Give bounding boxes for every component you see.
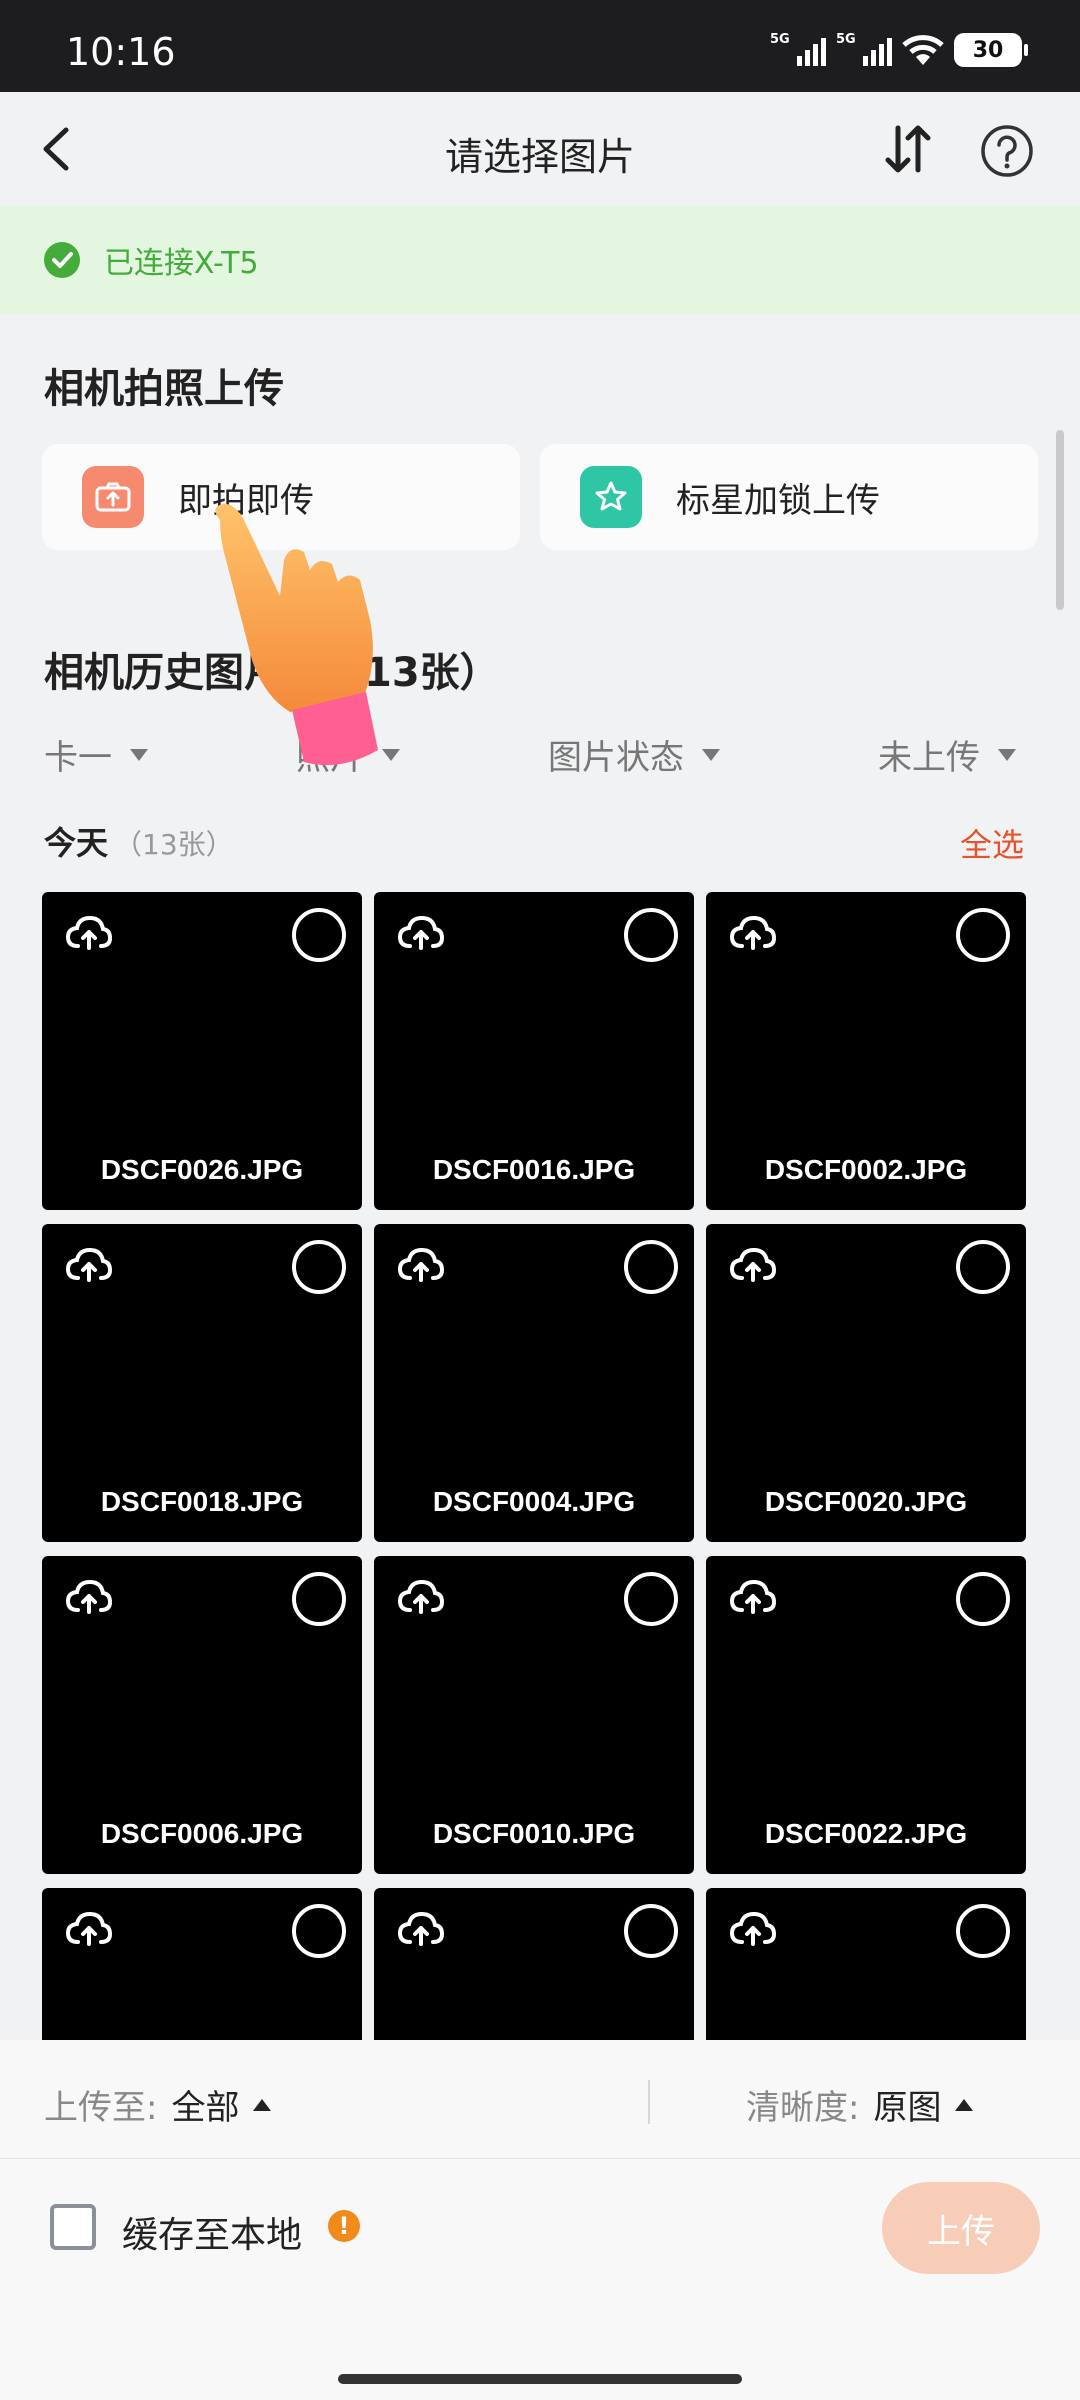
connection-banner: 已连接X-T5 xyxy=(0,206,1080,314)
filter-status[interactable]: 图片状态 xyxy=(548,730,720,779)
filter-upload-state[interactable]: 未上传 xyxy=(878,730,1016,779)
tap-hint-hand-icon xyxy=(215,503,378,766)
photo-filename: DSCF0018.JPG xyxy=(100,1486,304,1517)
photo-filename: DSCF0004.JPG xyxy=(432,1486,636,1517)
select-checkbox[interactable] xyxy=(956,908,1010,962)
photo-tile[interactable] xyxy=(374,1888,694,2042)
photo-filename: DSCF0022.JPG xyxy=(764,1818,968,1849)
photo-tile[interactable]: DSCF0016.JPG xyxy=(374,892,694,1210)
photo-filename: DSCF0002.JPG xyxy=(764,1154,968,1185)
home-indicator xyxy=(338,2374,742,2384)
star-icon xyxy=(580,466,642,528)
photo-filename: DSCF0010.JPG xyxy=(432,1818,636,1849)
filter-card[interactable]: 卡一 xyxy=(44,730,148,779)
top-navigation: 请选择图片 xyxy=(0,92,1080,206)
dropdown-arrow-icon xyxy=(702,748,720,761)
cloud-upload-icon xyxy=(65,915,113,950)
cloud-upload-icon xyxy=(65,1579,113,1614)
signal-icon: 5G xyxy=(770,30,826,70)
select-checkbox[interactable] xyxy=(292,1572,346,1626)
select-checkbox[interactable] xyxy=(956,1904,1010,1958)
cloud-upload-icon xyxy=(729,915,777,950)
scrollbar[interactable] xyxy=(1056,430,1064,610)
photo-filename: DSCF0026.JPG xyxy=(100,1154,304,1185)
cloud-upload-icon xyxy=(397,1247,445,1282)
select-checkbox[interactable] xyxy=(292,908,346,962)
cloud-upload-icon xyxy=(397,1911,445,1946)
star-lock-upload-label: 标星加锁上传 xyxy=(676,480,880,521)
cloud-upload-icon xyxy=(397,915,445,950)
photo-tile[interactable]: DSCF0022.JPG xyxy=(706,1556,1026,1874)
upload-target-selector[interactable]: 上传至: 全部 xyxy=(44,2080,272,2129)
camera-upload-icon xyxy=(82,466,144,528)
select-checkbox[interactable] xyxy=(624,1572,678,1626)
photo-tile[interactable]: DSCF0020.JPG xyxy=(706,1224,1026,1542)
dropdown-arrow-icon xyxy=(130,748,148,761)
help-icon[interactable] xyxy=(980,124,1034,178)
photo-tile[interactable] xyxy=(706,1888,1026,2042)
cloud-upload-icon xyxy=(729,1911,777,1946)
cache-local-label: 缓存至本地 xyxy=(122,2215,303,2256)
photo-tile[interactable] xyxy=(42,1888,362,2042)
status-icons: 5G 5G 30 xyxy=(770,30,1028,70)
dropdown-up-icon xyxy=(253,2098,272,2111)
filter-row: 卡一 照片 图片状态 未上传 xyxy=(0,730,1080,786)
select-checkbox[interactable] xyxy=(956,1572,1010,1626)
connection-text: 已连接X-T5 xyxy=(104,246,259,281)
warning-icon[interactable]: ! xyxy=(328,2210,360,2242)
status-time: 10:16 xyxy=(66,30,176,74)
divider xyxy=(0,2158,1080,2159)
cloud-upload-icon xyxy=(729,1247,777,1282)
photo-grid: DSCF0026.JPG DSCF0016.JPG DSCF0002.JPG DSCF… xyxy=(42,892,1028,2042)
dropdown-up-icon xyxy=(955,2098,974,2111)
select-checkbox[interactable] xyxy=(292,1240,346,1294)
photo-tile[interactable]: DSCF0006.JPG xyxy=(42,1556,362,1874)
dropdown-arrow-icon xyxy=(998,748,1016,761)
date-group-header: 今天 （13张） xyxy=(44,824,234,862)
select-checkbox[interactable] xyxy=(956,1240,1010,1294)
photo-filename: DSCF0016.JPG xyxy=(432,1154,636,1185)
select-checkbox[interactable] xyxy=(624,908,678,962)
camera-upload-title: 相机拍照上传 xyxy=(44,366,284,412)
bottom-panel: 上传至: 全部 清晰度: 原图 缓存至本地 ! 上传 xyxy=(0,2040,1080,2400)
photo-filename: DSCF0020.JPG xyxy=(764,1486,968,1517)
check-circle-icon xyxy=(44,242,80,278)
photo-tile[interactable]: DSCF0010.JPG xyxy=(374,1556,694,1874)
quality-selector[interactable]: 清晰度: 原图 xyxy=(746,2080,974,2129)
select-checkbox[interactable] xyxy=(624,1904,678,1958)
star-lock-upload-card[interactable]: 标星加锁上传 xyxy=(540,444,1038,550)
sort-icon[interactable] xyxy=(880,122,936,176)
cloud-upload-icon xyxy=(397,1579,445,1614)
cache-local-checkbox[interactable] xyxy=(50,2204,96,2250)
photo-tile[interactable]: DSCF0002.JPG xyxy=(706,892,1026,1210)
status-bar: 10:16 5G 5G 30 xyxy=(0,0,1080,92)
wifi-icon xyxy=(902,35,944,65)
divider xyxy=(648,2080,650,2124)
cloud-upload-icon xyxy=(65,1247,113,1282)
select-all-button[interactable]: 全选 xyxy=(960,820,1024,866)
cloud-upload-icon xyxy=(729,1579,777,1614)
signal-icon-2: 5G xyxy=(836,30,892,70)
select-checkbox[interactable] xyxy=(624,1240,678,1294)
photo-tile[interactable]: DSCF0018.JPG xyxy=(42,1224,362,1542)
upload-button[interactable]: 上传 xyxy=(882,2182,1040,2274)
select-checkbox[interactable] xyxy=(292,1904,346,1958)
date-group-count: （13张） xyxy=(114,828,234,861)
photo-filename: DSCF0006.JPG xyxy=(100,1818,304,1849)
cloud-upload-icon xyxy=(65,1911,113,1946)
battery-icon: 30 xyxy=(954,33,1028,67)
photo-tile[interactable]: DSCF0004.JPG xyxy=(374,1224,694,1542)
photo-tile[interactable]: DSCF0026.JPG xyxy=(42,892,362,1210)
